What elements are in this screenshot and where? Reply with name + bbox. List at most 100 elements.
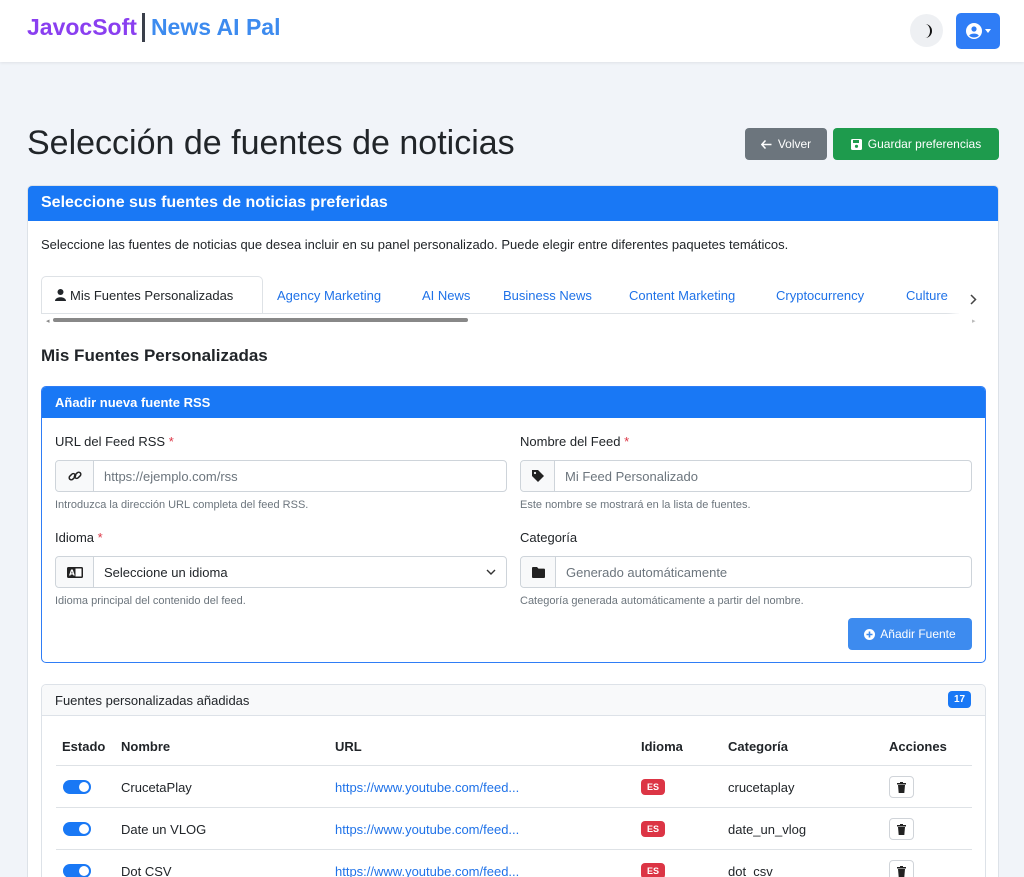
- language-badge: ES: [641, 863, 666, 877]
- required-mark: *: [168, 434, 174, 449]
- link-icon: [67, 471, 82, 481]
- svg-text:A: A: [69, 568, 75, 577]
- source-url-link[interactable]: https://www.youtube.com/feed...: [335, 766, 519, 808]
- tab-agency-marketing[interactable]: Agency Marketing: [264, 276, 394, 313]
- category-help-text: Categoría generada automáticamente a par…: [520, 595, 804, 607]
- add-feed-card: Añadir nueva fuente RSS URL del Feed RSS…: [41, 386, 986, 663]
- custom-sources-title: Fuentes personalizadas añadidas: [55, 693, 250, 708]
- tab-cryptocurrency[interactable]: Cryptocurrency: [763, 276, 877, 313]
- tab-ai-news[interactable]: AI News: [409, 276, 483, 313]
- sources-card-title: Seleccione sus fuentes de noticias prefe…: [28, 186, 998, 221]
- source-url-link[interactable]: https://www.youtube.com/feed...: [335, 808, 519, 850]
- custom-sources-card: Fuentes personalizadas añadidas 17 Estad…: [41, 684, 986, 877]
- source-url-link[interactable]: https://www.youtube.com/feed...: [335, 850, 519, 877]
- sources-card-description: Seleccione las fuentes de noticias que d…: [41, 237, 789, 252]
- language-label-text: Idioma: [55, 530, 95, 545]
- save-preferences-button[interactable]: Guardar preferencias: [833, 128, 999, 160]
- name-help-text: Este nombre se mostrará en la lista de f…: [520, 499, 751, 511]
- user-circle-icon: [965, 23, 982, 39]
- status-toggle[interactable]: [63, 864, 91, 877]
- brand-logo[interactable]: JavocSoft News AI Pal: [27, 13, 280, 42]
- caret-down-icon: [984, 29, 991, 33]
- scroll-left-icon[interactable]: ◂: [46, 317, 50, 325]
- source-name: CrucetaPlay: [121, 779, 192, 795]
- category-label-text: Categoría: [520, 530, 578, 545]
- tab-label: AI News: [422, 287, 471, 303]
- language-select[interactable]: Seleccione un idioma: [94, 557, 506, 587]
- actions-cell: [889, 808, 914, 850]
- status-toggle[interactable]: [63, 780, 91, 794]
- language-help-text: Idioma principal del contenido del feed.: [55, 595, 246, 607]
- floppy-disk-icon: [850, 138, 862, 150]
- name-field-label: Nombre del Feed *: [520, 434, 629, 449]
- table-row: CrucetaPlay https://www.youtube.com/feed…: [56, 765, 972, 807]
- trash-icon: [897, 823, 906, 835]
- arrow-left-icon: [760, 139, 772, 149]
- brand-divider: [141, 13, 145, 42]
- brand-primary: JavocSoft: [27, 14, 137, 40]
- category-addon: [521, 557, 556, 587]
- status-toggle-cell: [63, 808, 91, 850]
- delete-button[interactable]: [889, 818, 914, 840]
- actions-cell: [889, 850, 914, 877]
- tab-culture[interactable]: Culture: [893, 276, 961, 313]
- trash-icon: [897, 781, 906, 793]
- column-header-url: URL: [335, 739, 362, 754]
- source-name: Dot CSV: [121, 863, 172, 877]
- sources-count-badge: 17: [948, 691, 971, 708]
- column-header-nombre: Nombre: [121, 739, 171, 754]
- custom-sources-header: Fuentes personalizadas añadidas 17: [42, 685, 985, 716]
- column-header-categoria: Categoría: [728, 739, 788, 754]
- tab-label: Business News: [503, 287, 592, 303]
- language-cell: ES: [641, 808, 666, 850]
- tab-content-marketing[interactable]: Content Marketing: [616, 276, 748, 313]
- url-input-group: [55, 460, 507, 492]
- tab-label: Culture: [906, 287, 948, 303]
- category-input-group: [520, 556, 972, 588]
- sources-card: Seleccione sus fuentes de noticias prefe…: [27, 185, 999, 877]
- language-addon: A: [56, 557, 94, 587]
- back-button-label: Volver: [777, 137, 812, 151]
- name-input[interactable]: [555, 461, 971, 491]
- tab-business-news[interactable]: Business News: [490, 276, 605, 313]
- tab-label: Cryptocurrency: [776, 287, 865, 303]
- tabs-scrollbar-thumb[interactable]: [53, 318, 468, 322]
- required-mark: *: [624, 434, 630, 449]
- tag-icon: [531, 470, 544, 482]
- table-row: Date un VLOG https://www.youtube.com/fee…: [56, 807, 972, 849]
- user-menu-button[interactable]: [956, 13, 1000, 49]
- url-addon: [56, 461, 94, 491]
- tabs-scrollbar[interactable]: ◂ ▸: [46, 317, 981, 325]
- url-field-label: URL del Feed RSS *: [55, 434, 174, 449]
- add-source-button[interactable]: Añadir Fuente: [848, 618, 972, 650]
- name-addon: [521, 461, 555, 491]
- language-icon: A: [66, 566, 83, 578]
- delete-button[interactable]: [889, 776, 914, 798]
- language-badge: ES: [641, 821, 666, 837]
- column-header-acciones: Acciones: [889, 739, 947, 754]
- status-toggle[interactable]: [63, 822, 91, 836]
- theme-toggle-button[interactable]: [910, 14, 943, 47]
- tab-label: Agency Marketing: [277, 287, 382, 303]
- plus-circle-icon: [864, 628, 876, 640]
- category-input[interactable]: [556, 557, 971, 587]
- tabs-scroll-right-button[interactable]: [959, 276, 987, 322]
- tab-label: Content Marketing: [629, 287, 736, 303]
- chevron-right-icon: [969, 293, 977, 305]
- section-title: Mis Fuentes Personalizadas: [41, 346, 268, 365]
- back-button[interactable]: Volver: [745, 128, 827, 160]
- source-category: crucetaplay: [728, 779, 795, 795]
- url-help-text: Introduzca la dirección URL completa del…: [55, 499, 309, 511]
- language-selected: Seleccione un idioma: [104, 564, 228, 580]
- page-title: Selección de fuentes de noticias: [27, 124, 515, 162]
- tab-mis-fuentes[interactable]: Mis Fuentes Personalizadas: [41, 276, 263, 313]
- delete-button[interactable]: [889, 860, 914, 877]
- trash-icon: [897, 865, 906, 877]
- scroll-right-icon[interactable]: ▸: [972, 317, 976, 325]
- required-mark: *: [97, 530, 103, 545]
- language-field-label: Idioma *: [55, 530, 103, 545]
- url-input[interactable]: [94, 461, 506, 491]
- add-feed-title: Añadir nueva fuente RSS: [42, 387, 985, 418]
- language-select-group: A Seleccione un idioma: [55, 556, 507, 588]
- language-cell: ES: [641, 850, 666, 877]
